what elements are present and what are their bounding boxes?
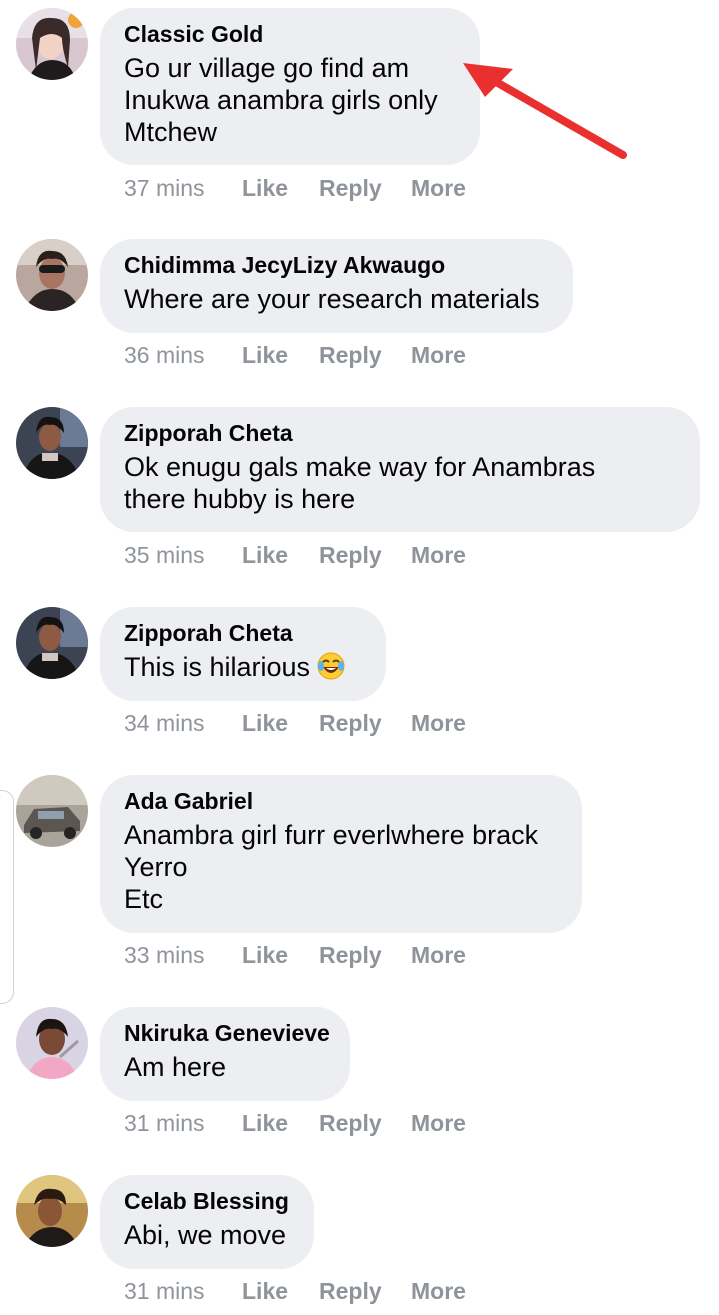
comment-timestamp[interactable]: 31 mins: [124, 1277, 205, 1305]
comment-timestamp[interactable]: 31 mins: [124, 1109, 205, 1137]
more-button[interactable]: More: [411, 1109, 466, 1137]
avatar-photo-icon: [16, 607, 88, 679]
more-button[interactable]: More: [411, 709, 466, 737]
avatar[interactable]: [16, 1007, 88, 1079]
reply-button[interactable]: Reply: [319, 341, 382, 369]
avatar-photo-icon: [16, 775, 88, 847]
red-arrow-icon: [463, 63, 627, 159]
avatar[interactable]: [16, 8, 88, 80]
like-button[interactable]: Like: [242, 1277, 288, 1305]
comment-text: This is hilarious: [124, 651, 362, 688]
comment-bubble: Ada Gabriel Anambra girl furr everlwhere…: [100, 775, 582, 933]
comment-bubble: Classic Gold Go ur village go find am In…: [100, 8, 480, 165]
more-button[interactable]: More: [411, 341, 466, 369]
comment-author[interactable]: Nkiruka Genevieve: [124, 1019, 330, 1047]
comment-bubble: Nkiruka Genevieve Am here: [100, 1007, 350, 1101]
like-button[interactable]: Like: [242, 941, 288, 969]
comment-text: Anambra girl furr everlwhere brack Yerro…: [124, 820, 539, 914]
like-button[interactable]: Like: [242, 709, 288, 737]
more-button[interactable]: More: [411, 941, 466, 969]
comment-bubble: Celab Blessing Abi, we move: [100, 1175, 314, 1269]
comment-timestamp[interactable]: 36 mins: [124, 341, 205, 369]
avatar-photo-icon: [16, 8, 88, 80]
comment-author[interactable]: Zipporah Cheta: [124, 619, 362, 647]
laughing-tears-emoji-icon: [316, 651, 346, 688]
comment-timestamp[interactable]: 37 mins: [124, 174, 205, 202]
reply-button[interactable]: Reply: [319, 1277, 382, 1305]
avatar-photo-icon: [16, 1175, 88, 1247]
avatar[interactable]: [16, 1175, 88, 1247]
comment-bubble: Zipporah Cheta This is hilarious: [100, 607, 386, 701]
reply-button[interactable]: Reply: [319, 174, 382, 202]
avatar-photo-icon: [16, 1007, 88, 1079]
comment-bubble: Chidimma JecyLizy Akwaugo Where are your…: [100, 239, 573, 333]
avatar[interactable]: [16, 407, 88, 479]
like-button[interactable]: Like: [242, 541, 288, 569]
avatar-photo-icon: [16, 407, 88, 479]
comment-bubble: Zipporah Cheta Ok enugu gals make way fo…: [100, 407, 700, 532]
comment-thread: Classic Gold Go ur village go find am In…: [0, 0, 719, 1315]
more-button[interactable]: More: [411, 1277, 466, 1305]
reply-button[interactable]: Reply: [319, 541, 382, 569]
avatar[interactable]: [16, 607, 88, 679]
reply-button[interactable]: Reply: [319, 1109, 382, 1137]
comment-author[interactable]: Celab Blessing: [124, 1187, 290, 1215]
avatar[interactable]: [16, 239, 88, 311]
comment-timestamp[interactable]: 33 mins: [124, 941, 205, 969]
comment-text: Ok enugu gals make way for Anambras ther…: [124, 452, 596, 514]
comment-author[interactable]: Ada Gabriel: [124, 787, 558, 815]
comment-text-body: This is hilarious: [124, 652, 311, 682]
avatar-photo-icon: [16, 239, 88, 311]
more-button[interactable]: More: [411, 541, 466, 569]
comment-author[interactable]: Chidimma JecyLizy Akwaugo: [124, 251, 549, 279]
like-button[interactable]: Like: [242, 174, 288, 202]
like-button[interactable]: Like: [242, 1109, 288, 1137]
comment-text: Go ur village go find am Inukwa anambra …: [124, 53, 438, 147]
reply-button[interactable]: Reply: [319, 709, 382, 737]
floating-panel-edge: [0, 790, 14, 1004]
reply-button[interactable]: Reply: [319, 941, 382, 969]
comment-timestamp[interactable]: 34 mins: [124, 709, 205, 737]
avatar[interactable]: [16, 775, 88, 847]
comment-author[interactable]: Classic Gold: [124, 20, 456, 48]
comment-author[interactable]: Zipporah Cheta: [124, 419, 676, 447]
more-button[interactable]: More: [411, 174, 466, 202]
like-button[interactable]: Like: [242, 341, 288, 369]
comment-text: Am here: [124, 1052, 227, 1082]
comment-timestamp[interactable]: 35 mins: [124, 541, 205, 569]
comment-text: Abi, we move: [124, 1220, 287, 1250]
comment-text: Where are your research materials: [124, 284, 540, 314]
